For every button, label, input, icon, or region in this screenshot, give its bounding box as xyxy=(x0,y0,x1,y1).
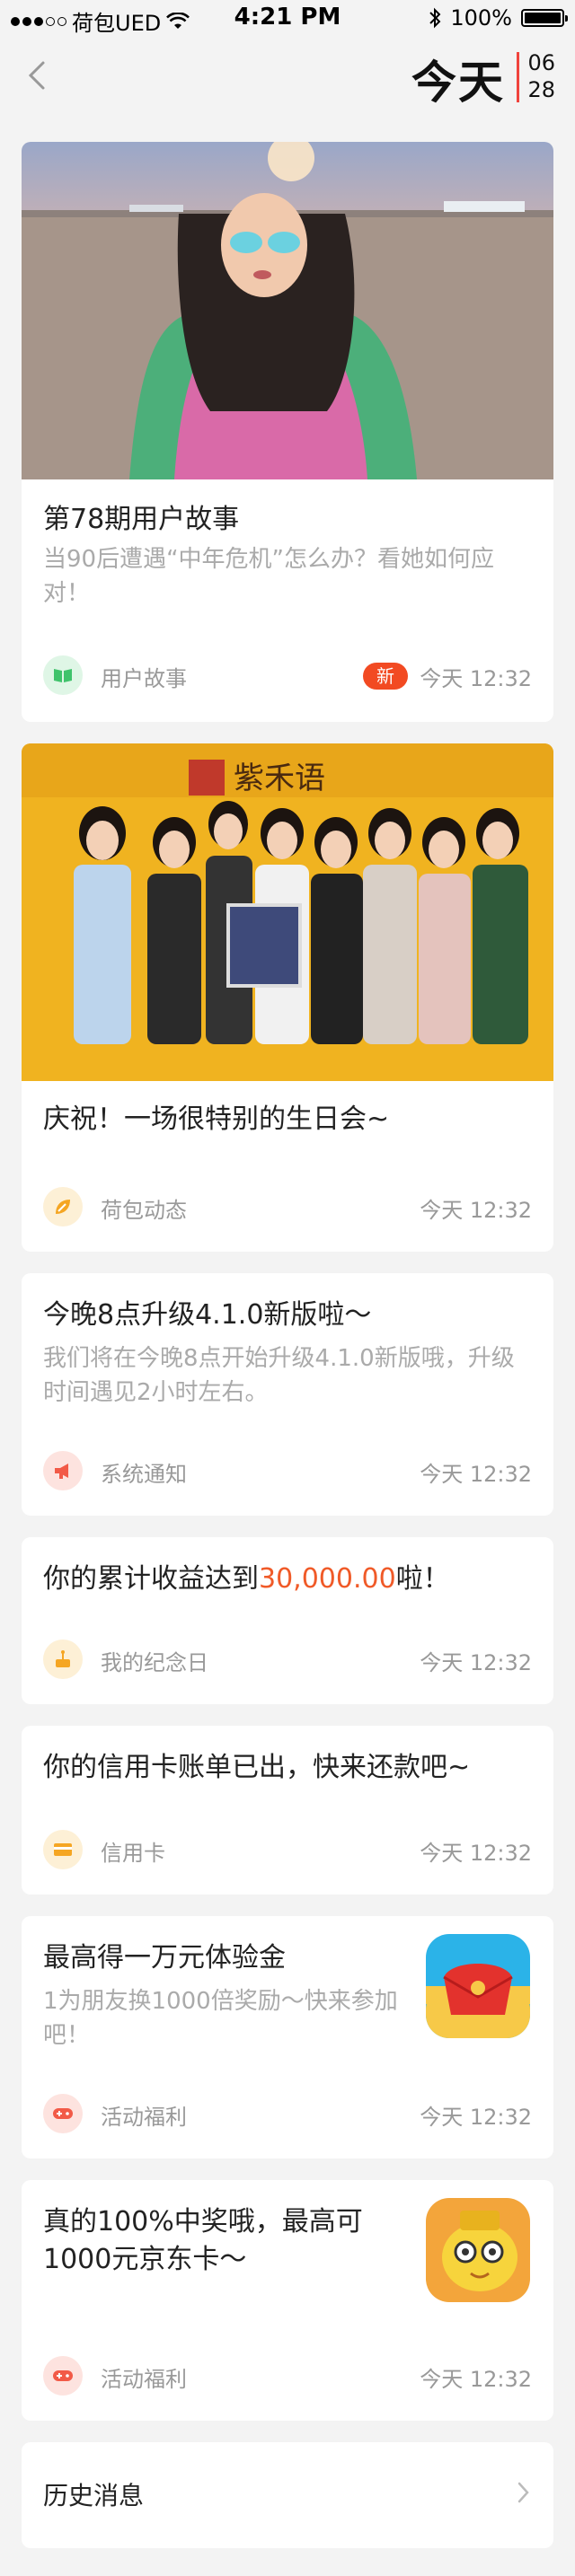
message-card-promo-lottery[interactable]: 真的100%中奖哦，最高可1000元京东卡～ 活动福利 今天 12:32 xyxy=(22,2180,553,2421)
title-prefix: 你的累计收益达到 xyxy=(43,1563,259,1595)
megaphone-icon xyxy=(43,1451,83,1490)
bluetooth-icon xyxy=(429,7,441,29)
card-title: 庆祝！一场很特别的生日会~ xyxy=(43,1103,390,1135)
card-title: 最高得一万元体验金 xyxy=(43,1942,286,1974)
credit-card-icon xyxy=(43,1830,83,1869)
category-label: 用户故事 xyxy=(101,666,187,691)
category-label: 我的纪念日 xyxy=(101,1650,208,1675)
gold-piggy-mascot-icon xyxy=(426,2198,530,2302)
card-time: 今天 12:32 xyxy=(420,2367,532,2392)
card-footer: 活动福利 今天 12:32 xyxy=(43,2354,532,2397)
category-label: 信用卡 xyxy=(101,1841,165,1866)
date-month: 06 xyxy=(527,50,555,75)
card-footer: 我的纪念日 今天 12:32 xyxy=(43,1638,532,1681)
group-photo: 紫禾语 xyxy=(22,743,553,1081)
gamepad-icon xyxy=(43,2356,83,2396)
card-time: 今天 12:32 xyxy=(420,1841,532,1866)
book-icon xyxy=(43,655,83,695)
card-footer: 荷包动态 今天 12:32 xyxy=(43,1185,532,1228)
card-time: 今天 12:32 xyxy=(420,1198,532,1223)
message-card-credit-card[interactable]: 你的信用卡账单已出，快来还款吧~ 信用卡 今天 12:32 xyxy=(22,1726,553,1895)
red-envelope-icon xyxy=(426,1934,530,2038)
earnings-amount: 30,000.00 xyxy=(259,1563,396,1595)
back-button[interactable] xyxy=(20,57,56,93)
gamepad-icon xyxy=(43,2094,83,2133)
card-time: 今天 12:32 xyxy=(420,1650,532,1675)
category-label: 活动福利 xyxy=(101,2367,187,2392)
wall-sign-text: 紫禾语 xyxy=(234,760,325,796)
cake-icon xyxy=(43,1640,83,1679)
card-footer: 用户故事 新 今天 12:32 xyxy=(43,654,532,697)
chevron-right-icon xyxy=(518,2482,529,2503)
card-title: 你的信用卡账单已出，快来还款吧~ xyxy=(43,1752,471,1783)
history-messages-row[interactable]: 历史消息 xyxy=(22,2442,553,2548)
title-suffix: 啦！ xyxy=(395,1563,450,1595)
history-label: 历史消息 xyxy=(43,2481,145,2510)
message-card-system-notice[interactable]: 今晚8点升级4.1.0新版啦～ 我们将在今晚8点开始升级4.1.0新版哦，升级时… xyxy=(22,1273,553,1516)
message-card-anniversary[interactable]: 你的累计收益达到30,000.00啦！ 我的纪念日 今天 12:32 xyxy=(22,1537,553,1704)
message-card-promo-bonus[interactable]: 最高得一万元体验金 1为朋友换1000倍奖励～快来参加吧！ 活动福利 今天 12… xyxy=(22,1916,553,2158)
card-title: 真的100%中奖哦，最高可1000元京东卡～ xyxy=(43,2206,363,2275)
category-label: 活动福利 xyxy=(101,2105,187,2130)
battery-icon xyxy=(521,9,568,27)
card-subtitle: 我们将在今晚8点开始升级4.1.0新版哦，升级时间遇见2小时左右。 xyxy=(43,1345,515,1406)
date-label: 06 28 xyxy=(527,49,555,103)
message-card-user-story[interactable]: 第78期用户故事 当90后遭遇“中年危机”怎么办？看她如何应对！ 用户故事 新 … xyxy=(22,142,553,722)
message-card-birthday[interactable]: 紫禾语 庆祝！一场很特别的生日会~ 荷包动态 今天 12:32 xyxy=(22,743,553,1252)
card-time: 今天 12:32 xyxy=(420,666,532,691)
date-day: 28 xyxy=(527,77,555,102)
card-footer: 信用卡 今天 12:32 xyxy=(43,1828,532,1871)
card-title: 第78期用户故事 xyxy=(43,504,240,535)
hebao-leaf-icon xyxy=(43,1187,83,1226)
beach-portrait-photo xyxy=(22,142,553,479)
category-label: 荷包动态 xyxy=(101,1198,187,1223)
card-title: 今晚8点升级4.1.0新版啦～ xyxy=(43,1299,372,1331)
battery-percent: 100% xyxy=(450,5,512,31)
battery-fill xyxy=(525,13,561,23)
card-footer: 活动福利 今天 12:32 xyxy=(43,2092,532,2135)
card-subtitle: 1为朋友换1000倍奖励～快来参加吧！ xyxy=(43,1988,398,2049)
status-right: 100% xyxy=(429,5,568,31)
status-bar: 荷包UED 4:21 PM 100% xyxy=(0,0,575,36)
card-subtitle: 当90后遭遇“中年危机”怎么办？看她如何应对！ xyxy=(43,546,495,607)
category-label: 系统通知 xyxy=(101,1462,187,1487)
page-title: 今天 xyxy=(411,57,505,109)
date-divider xyxy=(517,52,519,102)
card-title: 你的累计收益达到30,000.00啦！ xyxy=(43,1561,532,1598)
card-footer: 系统通知 今天 12:32 xyxy=(43,1449,532,1492)
card-time: 今天 12:32 xyxy=(420,1462,532,1487)
new-badge: 新 xyxy=(363,663,408,690)
nav-header: 今天 06 28 xyxy=(0,36,575,135)
card-time: 今天 12:32 xyxy=(420,2105,532,2130)
